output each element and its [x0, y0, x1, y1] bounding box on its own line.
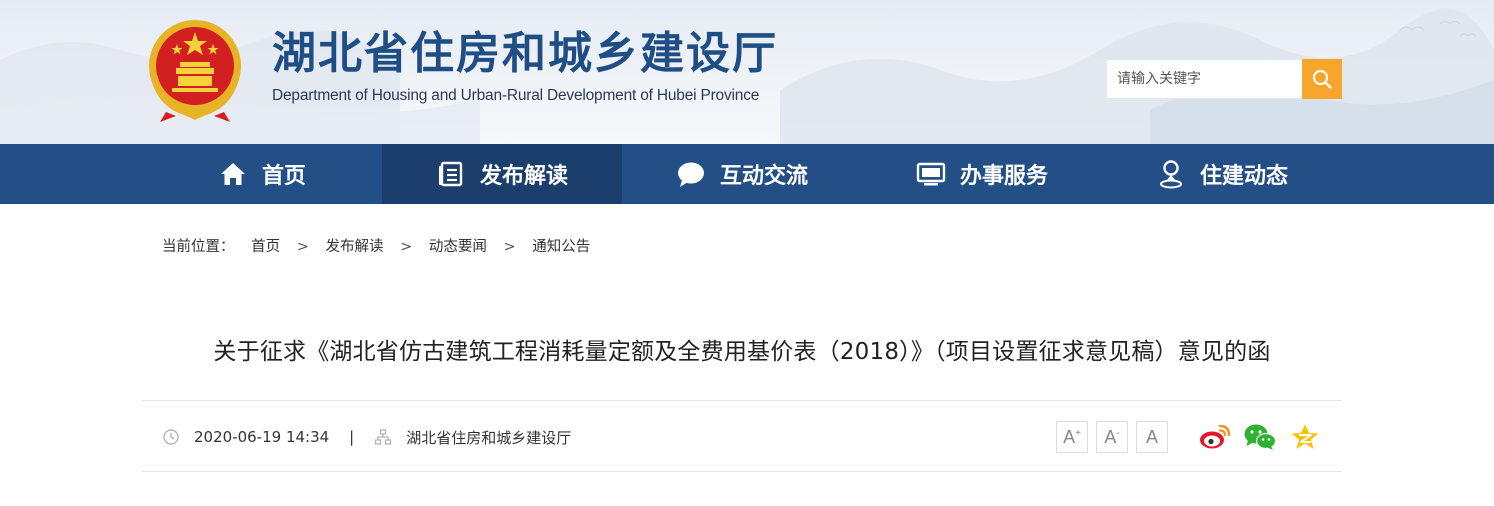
wechat-icon: [1244, 424, 1277, 450]
monitor-icon: [916, 159, 946, 189]
font-decrease-button[interactable]: A-: [1096, 421, 1128, 453]
nav-item-publish-interpret[interactable]: 发布解读: [382, 144, 622, 204]
share-qzone-button[interactable]: [1288, 421, 1322, 453]
search-button[interactable]: [1302, 59, 1342, 99]
home-icon: [218, 159, 248, 189]
meta-divider: |: [349, 428, 355, 446]
nav-item-label: 首页: [261, 164, 306, 189]
qzone-star-icon: [1291, 424, 1319, 449]
breadcrumb-item-publish[interactable]: 发布解读: [325, 239, 383, 255]
breadcrumb-label: 当前位置：: [162, 239, 235, 255]
font-increase-mark: +: [1075, 427, 1081, 439]
nav-item-label: 住建动态: [1199, 164, 1288, 189]
chat-bubble-icon: [676, 159, 706, 189]
publish-datetime: 2020-06-19 14:34: [194, 428, 330, 446]
breadcrumb-separator: >: [503, 239, 516, 255]
font-reset-button[interactable]: A: [1136, 421, 1168, 453]
breadcrumb-separator: >: [400, 239, 413, 255]
breadcrumb-item-notices[interactable]: 通知公告: [532, 239, 590, 255]
font-decrease-mark: -: [1116, 427, 1120, 439]
breadcrumb-item-news[interactable]: 动态要闻: [429, 239, 487, 255]
nav-item-news[interactable]: 住建动态: [1102, 144, 1342, 204]
font-increase-button[interactable]: A +: [1056, 421, 1088, 453]
nav-item-label: 互动交流: [719, 164, 808, 189]
weibo-icon: [1200, 424, 1231, 449]
person-pin-icon: [1156, 159, 1186, 189]
search-input[interactable]: [1107, 60, 1302, 98]
nav-item-interaction[interactable]: 互动交流: [622, 144, 862, 204]
nav-item-home[interactable]: 首页: [142, 144, 382, 204]
search-icon: [1312, 69, 1332, 89]
main-nav: 首页 发布解读 互动交流 办事服务 住建动态: [0, 144, 1494, 204]
site-subtitle: Department of Housing and Urban-Rural De…: [272, 87, 760, 104]
article-source: 湖北省住房和城乡建设厅: [406, 428, 572, 447]
font-decrease-letter: A: [1104, 426, 1117, 447]
font-increase-letter: A: [1063, 426, 1076, 447]
share-wechat-button[interactable]: [1243, 421, 1277, 453]
document-list-icon: [436, 159, 466, 189]
clock-icon: [163, 429, 179, 445]
nav-item-label: 发布解读: [479, 164, 568, 189]
site-title: 湖北省住房和城乡建设厅: [272, 28, 778, 79]
article-meta-bar: 2020-06-19 14:34 | 湖北省住房和城乡建设厅 A + A- A: [142, 400, 1342, 472]
font-reset-letter: A: [1145, 426, 1158, 447]
national-emblem-icon: [149, 20, 241, 122]
breadcrumb-separator: >: [296, 239, 309, 255]
share-weibo-button[interactable]: [1198, 421, 1232, 453]
search-box: [1106, 59, 1342, 99]
breadcrumb: 当前位置： 首页 > 发布解读 > 动态要闻 > 通知公告: [162, 235, 590, 256]
breadcrumb-item-home[interactable]: 首页: [251, 239, 280, 255]
nav-item-services[interactable]: 办事服务: [862, 144, 1102, 204]
article-title: 关于征求《湖北省仿古建筑工程消耗量定额及全费用基价表（2018）》（项目设置征求…: [213, 339, 1271, 365]
site-header: 湖北省住房和城乡建设厅 Department of Housing and Ur…: [0, 0, 1494, 144]
org-structure-icon: [375, 429, 392, 445]
nav-item-label: 办事服务: [959, 164, 1048, 189]
